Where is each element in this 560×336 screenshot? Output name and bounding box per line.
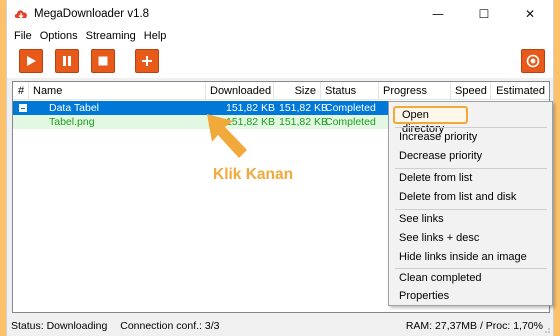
- toolbar: [7, 44, 553, 78]
- pointer-arrow-icon: [207, 114, 247, 158]
- cloud-download-icon: [14, 7, 28, 21]
- menu-see-links[interactable]: See links: [392, 210, 550, 228]
- plus-icon: [142, 56, 152, 66]
- annotation-label: Klik Kanan: [213, 166, 294, 183]
- window-title: MegaDownloader v1.8: [34, 8, 150, 20]
- menu-bar: File Options Streaming Help: [7, 28, 553, 44]
- menu-hide-links-image[interactable]: Hide links inside an image: [392, 248, 550, 266]
- col-name[interactable]: Name: [29, 82, 206, 100]
- menu-delete-from-list-and-disk[interactable]: Delete from list and disk: [392, 188, 550, 206]
- title-bar: MegaDownloader v1.8 — ☐ ✕: [7, 0, 553, 28]
- start-button[interactable]: [19, 49, 43, 73]
- menu-options[interactable]: Options: [37, 30, 81, 42]
- menu-streaming[interactable]: Streaming: [83, 30, 139, 42]
- settings-button[interactable]: [521, 49, 545, 73]
- pause-button[interactable]: [55, 49, 79, 73]
- menu-decrease-priority[interactable]: Decrease priority: [392, 147, 550, 165]
- gear-icon: [526, 54, 540, 68]
- list-header: # Name Downloaded Size Status Progress S…: [13, 82, 549, 100]
- col-progress[interactable]: Progress: [379, 82, 451, 100]
- menu-increase-priority[interactable]: Increase priority: [392, 128, 550, 146]
- connection-text: Connection conf.: 3/3: [120, 320, 220, 332]
- status-bar: Status: Downloading Connection conf.: 3/…: [7, 316, 553, 336]
- menu-clean-completed[interactable]: Clean completed: [392, 269, 550, 287]
- status-text: Status: Downloading: [11, 320, 108, 332]
- row-size: 151,82 KB: [279, 116, 329, 128]
- menu-see-links-desc[interactable]: See links + desc: [392, 229, 550, 247]
- menu-file[interactable]: File: [11, 30, 35, 42]
- stop-button[interactable]: [91, 49, 115, 73]
- minimize-button[interactable]: —: [415, 0, 461, 28]
- row-status: Completed: [325, 116, 376, 128]
- menu-open-directory[interactable]: Open directory: [393, 106, 468, 135]
- pause-icon: [63, 56, 71, 66]
- row-status: Completed: [325, 102, 376, 114]
- row-name: Data Tabel: [49, 102, 100, 114]
- col-status[interactable]: Status: [321, 82, 379, 100]
- row-name: Tabel.png: [49, 116, 95, 128]
- col-index[interactable]: #: [13, 82, 29, 100]
- resource-usage-text: RAM: 27,37MB / Proc: 1,70%: [405, 320, 543, 332]
- col-downloaded[interactable]: Downloaded: [206, 82, 274, 100]
- app-window: MegaDownloader v1.8 — ☐ ✕ File Options S…: [6, 0, 554, 336]
- collapse-icon[interactable]: [19, 104, 27, 112]
- stop-icon: [98, 56, 108, 66]
- menu-properties[interactable]: Properties: [392, 287, 550, 305]
- context-menu: Open directory Increase priority Decreas…: [388, 101, 553, 306]
- maximize-button[interactable]: ☐: [461, 0, 507, 28]
- row-size: 151,82 KB: [279, 102, 329, 114]
- col-size[interactable]: Size: [274, 82, 321, 100]
- col-speed[interactable]: Speed: [451, 82, 491, 100]
- play-icon: [27, 56, 36, 66]
- menu-help[interactable]: Help: [141, 30, 170, 42]
- add-links-button[interactable]: [135, 49, 159, 73]
- menu-delete-from-list[interactable]: Delete from list: [392, 169, 550, 187]
- resize-grip-icon[interactable]: [543, 326, 551, 334]
- close-button[interactable]: ✕: [507, 0, 553, 28]
- col-estimated[interactable]: Estimated: [491, 82, 549, 100]
